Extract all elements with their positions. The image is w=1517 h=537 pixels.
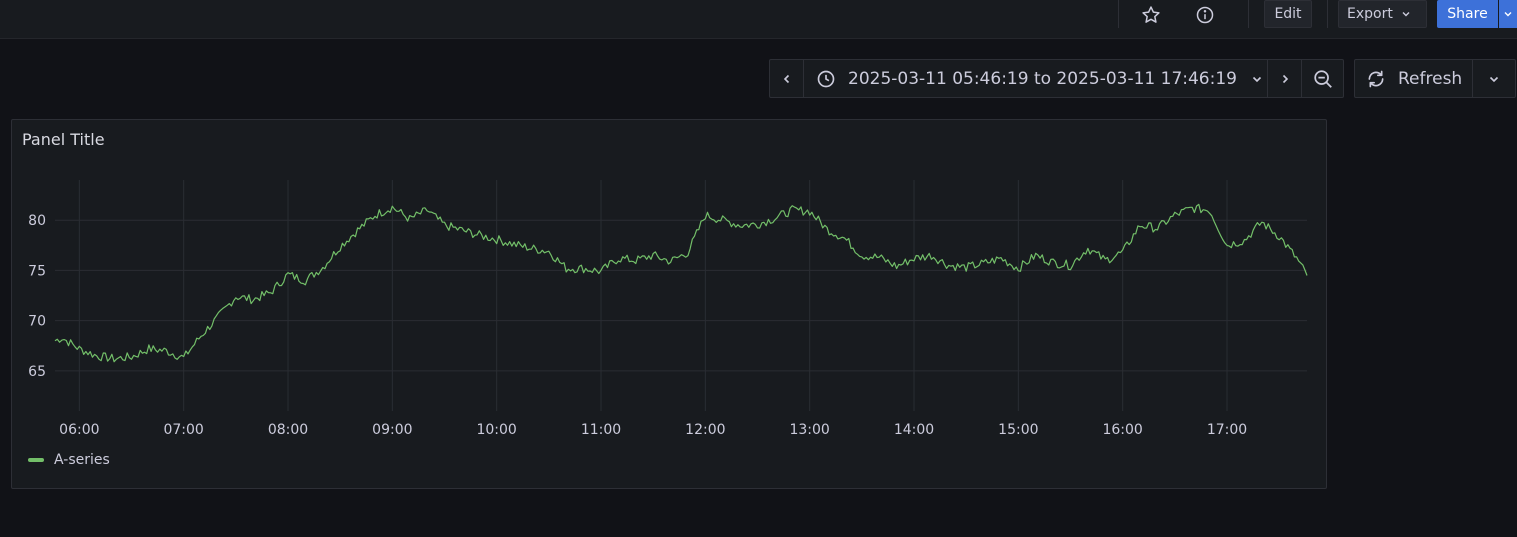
edit-button-label: Edit bbox=[1274, 6, 1302, 22]
y-tick-label: 70 bbox=[28, 314, 46, 330]
x-tick-label: 09:00 bbox=[372, 422, 412, 438]
chevron-down-icon bbox=[1401, 9, 1411, 19]
timeseries-chart[interactable]: 65 70 75 80 06:00 07:00 08:00 09:00 10:00 11:00 12… bbox=[12, 120, 1326, 488]
toolbar-divider bbox=[1248, 0, 1249, 28]
legend-color-swatch bbox=[28, 458, 44, 462]
chevron-down-icon bbox=[1503, 9, 1513, 19]
x-tick-label: 13:00 bbox=[789, 422, 829, 438]
chevron-down-icon bbox=[1251, 73, 1263, 85]
y-tick-label: 80 bbox=[28, 213, 46, 229]
edit-button[interactable]: Edit bbox=[1264, 0, 1312, 28]
dashboard-toolbar: Edit Export Share bbox=[0, 0, 1517, 39]
y-tick-label: 65 bbox=[28, 364, 46, 380]
timeseries-panel: Panel Title 65 70 75 80 06:00 07:00 08:00 09:00… bbox=[11, 119, 1327, 489]
share-button[interactable]: Share bbox=[1437, 0, 1498, 28]
time-range-text: 2025-03-11 05:46:19 to 2025-03-11 17:46:… bbox=[848, 68, 1237, 89]
toolbar-divider bbox=[1327, 0, 1328, 28]
x-tick-label: 06:00 bbox=[59, 422, 99, 438]
zoom-out-button[interactable] bbox=[1301, 60, 1343, 97]
y-tick-label: 75 bbox=[28, 263, 46, 279]
chevron-down-icon bbox=[1488, 73, 1500, 85]
refresh-interval-button[interactable] bbox=[1472, 60, 1515, 97]
info-icon[interactable] bbox=[1191, 3, 1219, 27]
x-tick-label: 12:00 bbox=[685, 422, 725, 438]
clock-icon bbox=[816, 69, 836, 89]
refresh-icon bbox=[1366, 69, 1386, 89]
refresh-picker: Refresh bbox=[1354, 59, 1516, 98]
x-tick-label: 10:00 bbox=[476, 422, 516, 438]
time-range-picker: 2025-03-11 05:46:19 to 2025-03-11 17:46:… bbox=[769, 59, 1344, 98]
star-icon[interactable] bbox=[1137, 3, 1165, 27]
legend-item[interactable]: A-series bbox=[28, 452, 110, 468]
x-tick-label: 17:00 bbox=[1207, 422, 1247, 438]
share-menu-button[interactable] bbox=[1499, 0, 1517, 28]
time-range-back-button[interactable] bbox=[770, 60, 803, 97]
time-range-forward-button[interactable] bbox=[1267, 60, 1301, 97]
x-tick-label: 11:00 bbox=[581, 422, 621, 438]
export-button[interactable]: Export bbox=[1338, 0, 1427, 28]
chevron-right-icon bbox=[1279, 73, 1291, 85]
x-tick-label: 14:00 bbox=[894, 422, 934, 438]
refresh-label: Refresh bbox=[1398, 68, 1463, 89]
x-tick-label: 08:00 bbox=[268, 422, 308, 438]
legend-label: A-series bbox=[54, 452, 110, 468]
x-tick-label: 07:00 bbox=[163, 422, 203, 438]
toolbar-divider bbox=[1118, 0, 1119, 28]
export-button-label: Export bbox=[1347, 6, 1393, 22]
x-tick-label: 16:00 bbox=[1102, 422, 1142, 438]
series-line bbox=[54, 203, 1308, 363]
refresh-button[interactable]: Refresh bbox=[1355, 60, 1472, 97]
chevron-left-icon bbox=[781, 73, 793, 85]
share-button-label: Share bbox=[1447, 6, 1488, 22]
x-tick-label: 15:00 bbox=[998, 422, 1038, 438]
time-range-button[interactable]: 2025-03-11 05:46:19 to 2025-03-11 17:46:… bbox=[803, 60, 1267, 97]
zoom-out-icon bbox=[1312, 68, 1334, 90]
